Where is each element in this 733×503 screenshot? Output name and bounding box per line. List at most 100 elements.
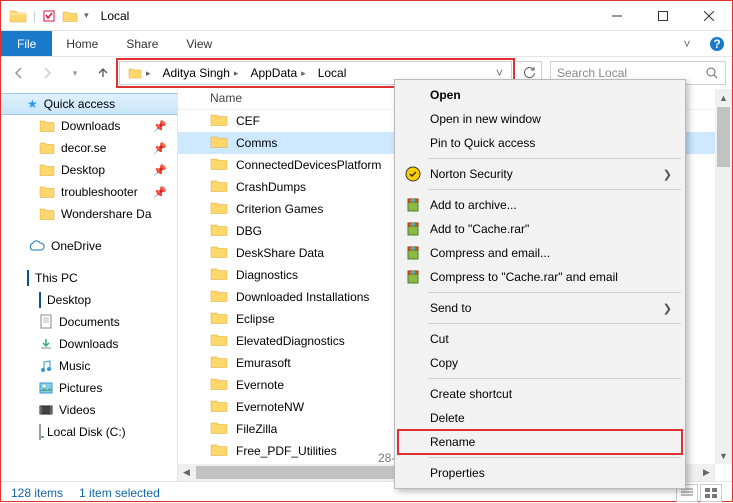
sidebar-item-pc-videos[interactable]: Videos [1, 399, 177, 421]
downloads-icon [39, 337, 53, 351]
home-tab[interactable]: Home [52, 31, 112, 56]
sidebar-item-troubleshooter[interactable]: troubleshooter📌 [1, 181, 177, 203]
recent-dropdown-icon[interactable]: ▾ [63, 61, 87, 85]
ctx-copy[interactable]: Copy [398, 351, 682, 375]
share-tab[interactable]: Share [112, 31, 172, 56]
folder-icon [210, 399, 228, 415]
file-name: CrashDumps [236, 180, 306, 194]
ctx-compress-cache-email[interactable]: Compress to "Cache.rar" and email [398, 265, 682, 289]
quick-access-toolbar: | ▾ [1, 8, 97, 24]
menu-separator [428, 457, 681, 458]
ctx-open-new-window[interactable]: Open in new window [398, 107, 682, 131]
search-icon[interactable] [705, 66, 719, 80]
ctx-send-to[interactable]: Send to❯ [398, 296, 682, 320]
sidebar-item-decor[interactable]: decor.se📌 [1, 137, 177, 159]
desktop-icon [39, 293, 41, 307]
music-icon [39, 359, 53, 373]
sidebar-item-pc-desktop[interactable]: Desktop [1, 289, 177, 311]
file-name: CEF [236, 114, 260, 128]
sidebar-item-onedrive[interactable]: OneDrive [1, 235, 177, 257]
sidebar-item-pc-localdisk[interactable]: Local Disk (C:) [1, 421, 177, 443]
chevron-right-icon[interactable]: ▸ [301, 68, 306, 79]
file-name: Diagnostics [236, 268, 298, 282]
ctx-rename[interactable]: Rename [398, 430, 682, 454]
folder-icon [39, 163, 55, 177]
breadcrumb[interactable]: AppData▸ [244, 62, 311, 84]
folder-icon [210, 377, 228, 393]
folder-icon [210, 267, 228, 283]
file-name: Evernote [236, 378, 284, 392]
address-history-icon[interactable]: ˅ [490, 66, 509, 80]
sidebar-item-desktop[interactable]: Desktop📌 [1, 159, 177, 181]
ctx-add-cache-rar[interactable]: Add to "Cache.rar" [398, 217, 682, 241]
ctx-add-archive[interactable]: Add to archive... [398, 193, 682, 217]
maximize-button[interactable] [640, 1, 686, 31]
minimize-button[interactable] [594, 1, 640, 31]
ctx-norton-security[interactable]: Norton Security❯ [398, 162, 682, 186]
back-button[interactable] [7, 61, 31, 85]
breadcrumb[interactable]: Local [312, 62, 353, 84]
forward-button[interactable] [35, 61, 59, 85]
help-icon[interactable]: ? [702, 31, 732, 56]
folder-icon [210, 113, 228, 129]
pc-icon [27, 271, 29, 285]
breadcrumb[interactable]: Aditya Singh▸ [157, 62, 245, 84]
ctx-cut[interactable]: Cut [398, 327, 682, 351]
folder-icon [210, 179, 228, 195]
expand-ribbon-icon[interactable]: ˅ [672, 31, 702, 56]
up-button[interactable] [91, 61, 115, 85]
scrollbar-thumb[interactable] [717, 107, 730, 167]
file-tab[interactable]: File [1, 31, 52, 56]
file-name: DBG [236, 224, 262, 238]
norton-icon [404, 165, 422, 183]
sidebar-item-pc-downloads[interactable]: Downloads [1, 333, 177, 355]
window-title: Local [97, 9, 594, 23]
folder-icon [210, 443, 228, 459]
ctx-delete[interactable]: Delete [398, 406, 682, 430]
chevron-right-icon[interactable]: ▸ [234, 68, 239, 79]
thumbnails-view-button[interactable] [700, 484, 722, 502]
vertical-scrollbar[interactable]: ▲ ▼ [715, 89, 732, 464]
sidebar-item-pc-music[interactable]: Music [1, 355, 177, 377]
properties-icon[interactable] [42, 9, 56, 23]
quick-access[interactable]: ★ Quick access [1, 93, 177, 115]
file-name: Downloaded Installations [236, 290, 369, 304]
ribbon: File Home Share View ˅ ? [1, 31, 732, 57]
folder-icon [210, 311, 228, 327]
folder-icon [39, 141, 55, 155]
breadcrumb-root-icon[interactable]: ▸ [122, 62, 157, 84]
pin-icon: 📌 [153, 120, 167, 133]
sidebar-item-pc-pictures[interactable]: Pictures [1, 377, 177, 399]
ctx-properties[interactable]: Properties [398, 461, 682, 485]
ctx-pin-quick-access[interactable]: Pin to Quick access [398, 131, 682, 155]
scroll-left-icon[interactable]: ◀ [178, 464, 195, 481]
star-icon: ★ [27, 97, 38, 111]
sidebar-item-downloads[interactable]: Downloads📌 [1, 115, 177, 137]
sidebar-item-pc-documents[interactable]: Documents [1, 311, 177, 333]
winrar-icon [404, 196, 422, 214]
qat-dropdown-icon[interactable]: ▾ [84, 10, 89, 21]
winrar-icon [404, 220, 422, 238]
file-name: Comms [236, 136, 277, 150]
file-name: ElevatedDiagnostics [236, 334, 345, 348]
window-controls [594, 1, 732, 31]
folder-icon [210, 421, 228, 437]
scroll-right-icon[interactable]: ▶ [698, 464, 715, 481]
ctx-open[interactable]: Open [398, 83, 682, 107]
new-folder-icon[interactable] [62, 9, 78, 23]
folder-icon [9, 8, 27, 24]
winrar-icon [404, 268, 422, 286]
ctx-create-shortcut[interactable]: Create shortcut [398, 382, 682, 406]
scroll-down-icon[interactable]: ▼ [715, 447, 732, 464]
scroll-up-icon[interactable]: ▲ [715, 89, 732, 106]
close-button[interactable] [686, 1, 732, 31]
sidebar-item-wondershare[interactable]: Wondershare Da [1, 203, 177, 225]
context-menu: Open Open in new window Pin to Quick acc… [394, 79, 686, 489]
view-tab[interactable]: View [172, 31, 226, 56]
chevron-right-icon[interactable]: ▸ [146, 68, 151, 79]
chevron-right-icon: ❯ [663, 302, 672, 315]
sidebar-item-thispc[interactable]: This PC [1, 267, 177, 289]
ctx-compress-email[interactable]: Compress and email... [398, 241, 682, 265]
search-placeholder: Search Local [557, 66, 627, 80]
pin-icon: 📌 [153, 186, 167, 199]
